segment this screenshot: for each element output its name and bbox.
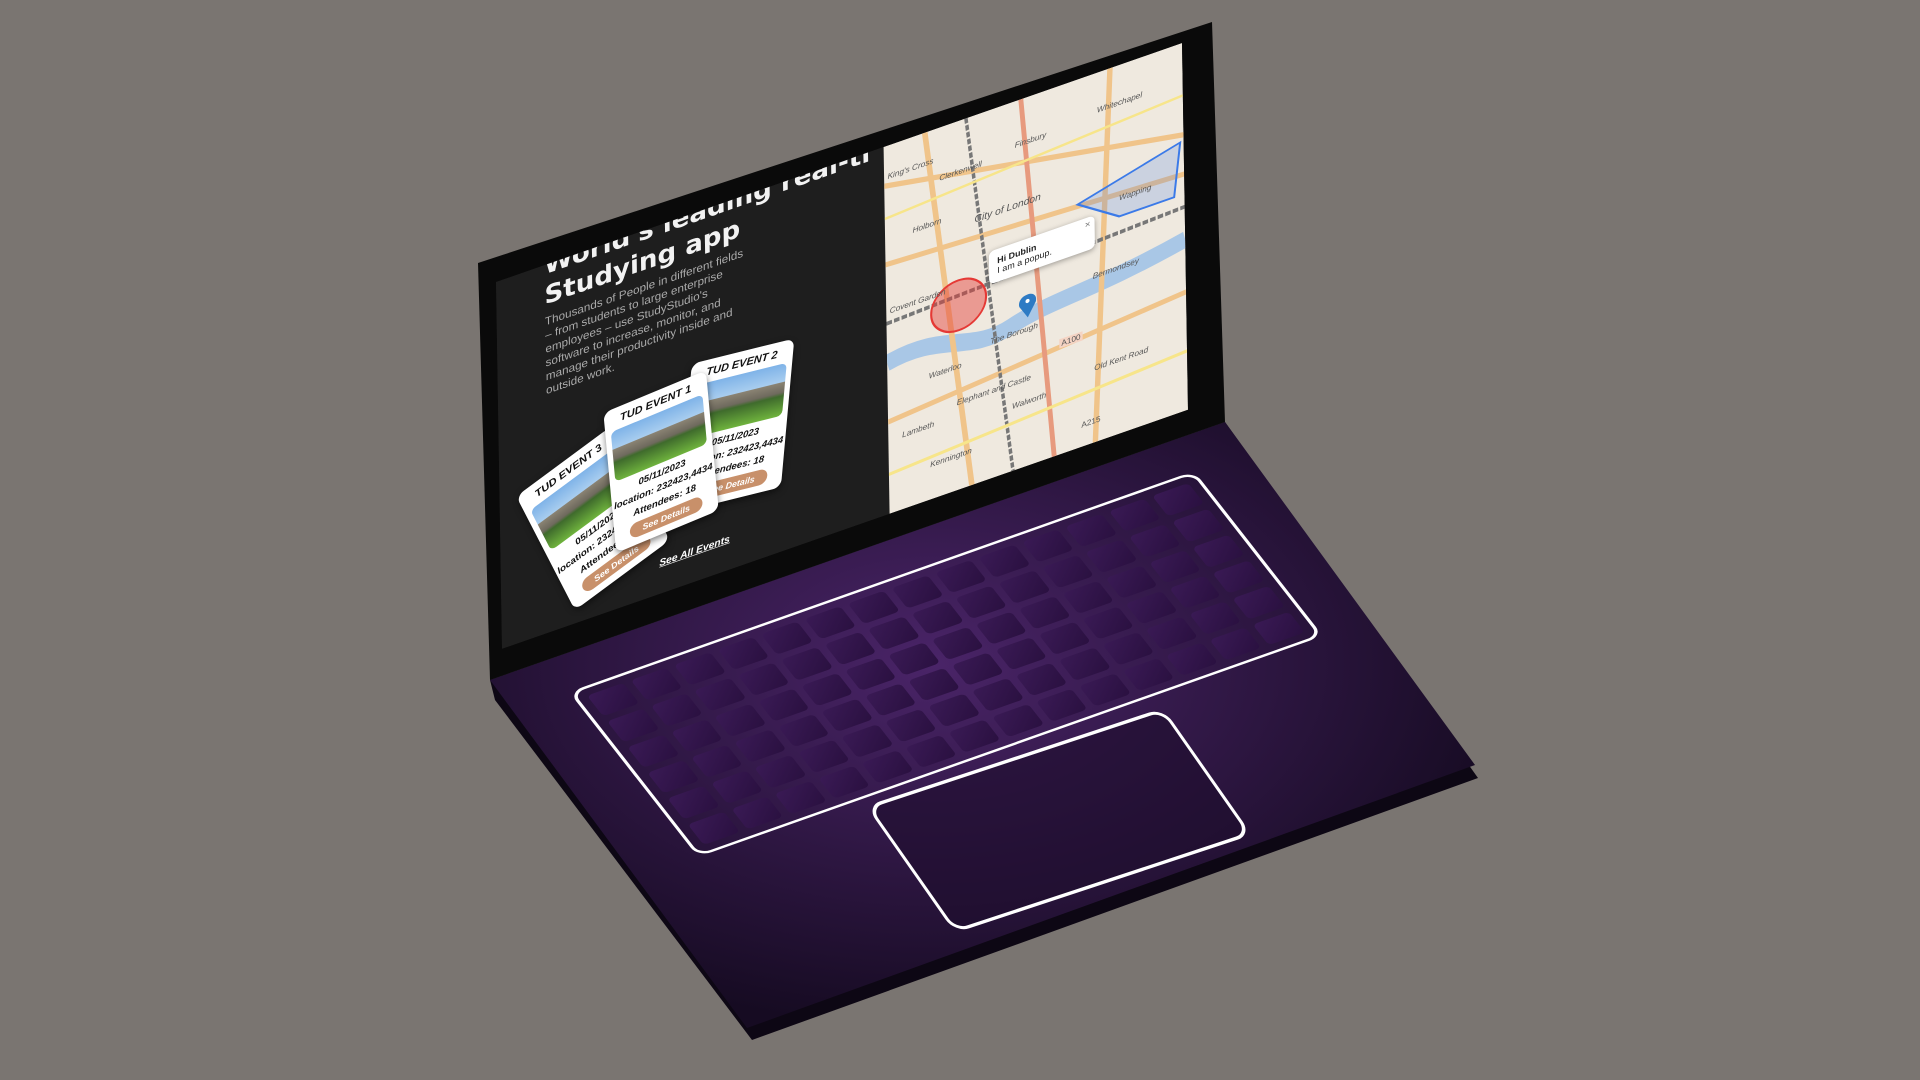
keyboard-key: [971, 678, 1024, 712]
keyboard-key: [687, 811, 740, 845]
keyboard-key: [1015, 662, 1068, 697]
keyboard-key: [1209, 626, 1262, 661]
popup-close-icon[interactable]: ×: [1085, 218, 1091, 230]
keyboard-key: [1232, 585, 1285, 620]
event-card[interactable]: TUD EVENT 1 05/11/2023 location: 232423,…: [603, 370, 719, 553]
keyboard-key: [1038, 621, 1091, 656]
see-all-events-link[interactable]: See All Events: [659, 533, 730, 569]
keyboard-key: [934, 559, 988, 594]
keyboard-key: [888, 642, 941, 676]
keyboard-key: [1082, 606, 1135, 640]
keyboard-key: [757, 688, 810, 722]
keyboard-key: [690, 744, 744, 779]
keyboard-key: [864, 683, 917, 717]
keyboard-key: [774, 780, 827, 815]
keyboard-key: [1165, 642, 1219, 676]
keyboard-key: [884, 708, 938, 743]
keyboard-key: [1105, 565, 1158, 599]
keyboard-key: [991, 703, 1045, 738]
keyboard-key: [904, 734, 958, 769]
keyboard-key: [714, 703, 767, 738]
keyboard-key: [797, 739, 851, 774]
keyboard-key: [1172, 508, 1225, 543]
keyboard-key: [998, 570, 1051, 604]
keyboard-key: [1252, 611, 1305, 646]
keyboard-key: [607, 708, 660, 743]
keyboard-key: [928, 693, 981, 727]
keyboard-key: [821, 698, 874, 733]
map-circle: [930, 277, 988, 333]
keyboard-key: [1128, 524, 1182, 558]
keyboard-key: [1152, 483, 1205, 517]
keyboard-key: [931, 626, 984, 661]
keyboard-key: [1058, 647, 1111, 681]
keyboard-key: [760, 621, 814, 655]
keyboard-key: [673, 652, 727, 686]
keyboard-key: [1189, 601, 1242, 635]
keyboard-key: [978, 544, 1031, 579]
keyboard-key: [670, 718, 723, 753]
keyboard-key: [801, 672, 854, 707]
keyboard-key: [1102, 632, 1155, 666]
keyboard-key: [911, 601, 964, 635]
keyboard-key: [694, 677, 747, 712]
keyboard-key: [867, 616, 921, 650]
keyboard-key: [737, 662, 790, 696]
keyboard-key: [861, 749, 914, 784]
keyboard-key: [841, 724, 894, 758]
keyboard-key: [717, 636, 770, 671]
keyboard-key: [730, 796, 784, 830]
keyboard-key: [1148, 549, 1202, 584]
keyboard-key: [627, 734, 680, 768]
keyboard-key: [1021, 529, 1075, 563]
keyboard-key: [1169, 575, 1222, 610]
keyboard-key: [1062, 580, 1115, 615]
keyboard-key: [908, 667, 961, 702]
keyboard-key: [891, 575, 944, 609]
keyboard-key: [1212, 560, 1265, 594]
keyboard-key: [817, 765, 871, 799]
keyboard-key: [650, 693, 703, 727]
keyboard-key: [1041, 554, 1095, 589]
keyboard-key: [1018, 595, 1071, 630]
keyboard-key: [1125, 590, 1178, 625]
keyboard-key: [1192, 534, 1245, 568]
keyboard-key: [1145, 616, 1198, 651]
keyboard-key: [951, 652, 1004, 686]
keyboard-key: [754, 755, 807, 789]
keyboard-key: [847, 590, 901, 625]
keyboard-key: [777, 713, 830, 748]
keyboard-key: [647, 760, 700, 794]
keyboard-key: [948, 719, 1001, 753]
keyboard-key: [995, 637, 1048, 671]
keyboard-key: [824, 631, 877, 666]
keyboard-key: [1122, 657, 1175, 692]
keyboard-key: [1085, 539, 1138, 573]
keyboard-key: [667, 785, 720, 820]
keyboard-key: [1078, 673, 1132, 707]
keyboard-key: [1035, 688, 1088, 722]
keyboard-key: [587, 682, 640, 717]
keyboard-key: [954, 585, 1008, 620]
keyboard-key: [804, 606, 857, 640]
keyboard-key: [630, 667, 683, 702]
keyboard-key: [975, 611, 1028, 645]
keyboard-key: [781, 647, 834, 681]
keyboard-key: [710, 770, 764, 804]
keyboard-key: [734, 729, 787, 763]
keyboard-key: [1065, 513, 1118, 548]
keyboard-key: [1108, 498, 1161, 532]
keyboard-key: [844, 657, 897, 691]
